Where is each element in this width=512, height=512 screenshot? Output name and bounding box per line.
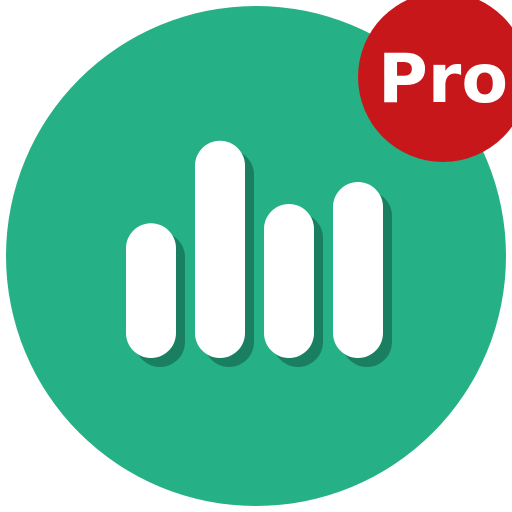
equalizer-bar-3 [264, 204, 314, 358]
equalizer-app-icon: Pro [6, 0, 512, 506]
app-icon: Pro [0, 0, 512, 512]
equalizer-bar-4 [333, 182, 383, 358]
pro-badge-label: Pro [378, 40, 508, 119]
equalizer-bar-2 [195, 140, 245, 358]
equalizer-bar-1 [126, 223, 176, 358]
